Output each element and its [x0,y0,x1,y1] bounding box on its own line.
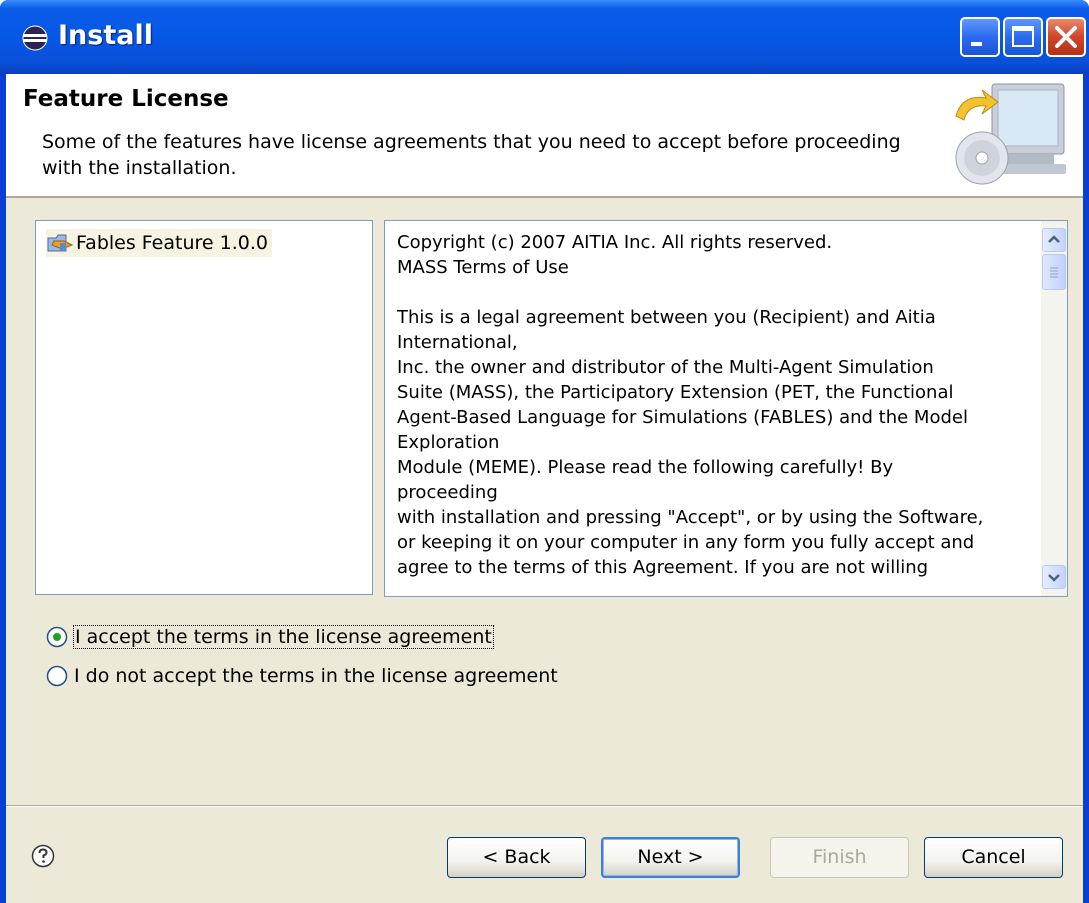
license-line: agree to the terms of this Agreement. If… [397,557,929,578]
back-button[interactable]: < Back [447,837,586,878]
license-line: Agent-Based Language for Simulations (FA… [397,407,968,428]
license-line: Suite (MASS), the Participatory Extensio… [397,382,954,403]
decline-label[interactable]: I do not accept the terms in the license… [74,665,558,687]
help-icon[interactable] [31,844,55,868]
page-description: Some of the features have license agreem… [42,131,901,179]
license-line: MASS Terms of Use [397,257,569,278]
eclipse-icon [22,25,48,51]
license-line: proceeding [397,482,498,503]
list-item[interactable]: Fables Feature 1.0.0 [46,229,272,257]
license-line: International, [397,332,518,353]
chevron-up-icon [1048,235,1060,243]
close-icon [1055,26,1077,48]
dialog-body: Feature License Some of the features hav… [6,74,1083,903]
scroll-down-button[interactable] [1042,565,1066,589]
next-button[interactable]: Next > [601,837,740,878]
license-line: Exploration [397,432,500,453]
license-text-area[interactable]: Copyright (c) 2007 AITIA Inc. All rights… [384,220,1068,597]
license-line: Module (MEME). Please read the following… [397,457,894,478]
footer-divider [6,805,1083,807]
cancel-button[interactable]: Cancel [924,837,1063,878]
radio-unselected-icon[interactable] [46,665,68,687]
license-line: or keeping it on your computer in any fo… [397,532,975,553]
feature-label: Fables Feature 1.0.0 [76,232,268,254]
license-line: with installation and pressing "Accept",… [397,507,984,528]
feature-list[interactable]: Fables Feature 1.0.0 [35,220,373,595]
license-line: Inc. the owner and distributor of the Mu… [397,357,934,378]
title-bar[interactable]: Install [0,0,1089,74]
maximize-button[interactable] [1003,17,1043,57]
close-button[interactable] [1046,17,1086,57]
license-line: Copyright (c) 2007 AITIA Inc. All rights… [397,232,833,253]
window-title: Install [58,20,153,51]
license-text: Copyright (c) 2007 AITIA Inc. All rights… [397,230,1027,580]
maximize-icon [1012,26,1034,47]
finish-button[interactable]: Finish [770,837,909,878]
minimize-button[interactable] [960,17,1000,57]
scroll-thumb[interactable] [1042,254,1066,290]
license-line [397,280,1027,305]
license-scrollbar[interactable] [1041,221,1067,596]
wizard-header: Feature License Some of the features hav… [6,74,1083,198]
scroll-up-button[interactable] [1042,228,1066,252]
accept-label[interactable]: I accept the terms in the license agreem… [73,625,494,649]
license-line: This is a legal agreement between you (R… [397,307,936,328]
install-window: Install Feature License Some of the feat… [0,0,1089,903]
radio-selected-icon[interactable] [46,626,68,648]
page-title: Feature License [23,86,229,112]
feature-folder-icon [47,234,74,252]
chevron-down-icon [1048,574,1060,582]
decline-option[interactable]: I do not accept the terms in the license… [46,661,558,691]
grip-icon [1050,267,1058,278]
install-wizard-icon [955,83,1066,185]
minimize-icon [971,42,982,46]
accept-option[interactable]: I accept the terms in the license agreem… [46,622,494,652]
